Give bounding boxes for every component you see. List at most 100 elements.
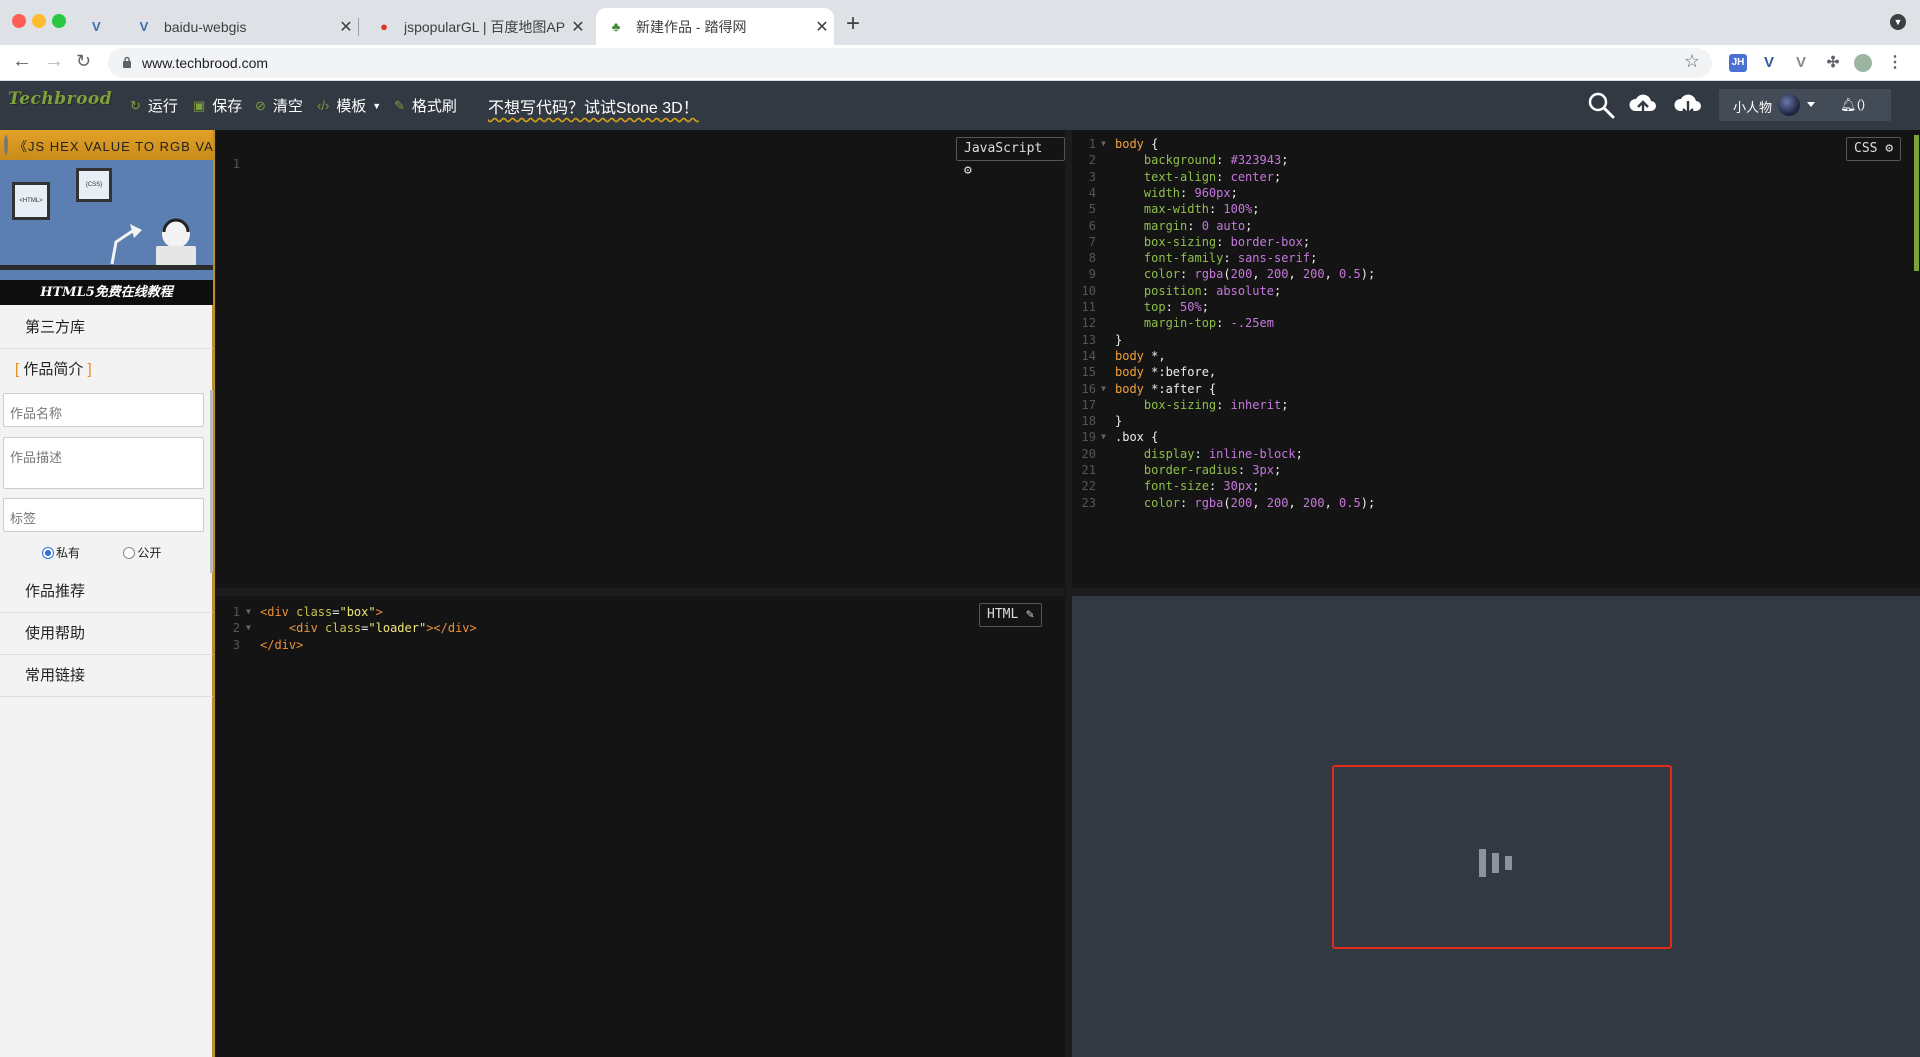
save-label: 保存 — [212, 98, 243, 115]
site-logo[interactable]: Techbrood — [8, 89, 112, 109]
brush-icon: ✎ — [394, 97, 405, 113]
maximize-window-button[interactable] — [52, 14, 66, 28]
close-tab-icon[interactable]: ✕ — [810, 17, 834, 37]
url-text: www.techbrood.com — [142, 55, 269, 71]
bell-icon[interactable]: 🔔︎ — [1840, 97, 1857, 113]
clear-label: 清空 — [272, 98, 303, 115]
tutorial-banner[interactable]: 《JS HEX VALUE TO RGB VA <HTML> {CSS} HTM… — [0, 130, 213, 305]
line-number: 23 — [1081, 495, 1096, 510]
js-settings-button[interactable]: JavaScript ⚙ — [956, 137, 1065, 178]
intro-label: 作品简介 — [23, 361, 84, 378]
sidebar-item-links[interactable]: 常用链接 — [0, 655, 213, 697]
browser-tab-strip: V V baidu-webgis ✕ ● jspopularGL | 百度地图A… — [0, 0, 1920, 45]
desk-lamp-icon — [110, 224, 142, 265]
search-icon[interactable] — [1587, 91, 1615, 119]
run-label: 运行 — [147, 98, 178, 115]
work-name-input[interactable]: 作品名称 — [3, 393, 204, 427]
bookmark-star-icon[interactable]: ☆ — [1684, 51, 1700, 72]
js-label: JavaScript — [964, 141, 1043, 156]
format-button[interactable]: ✎ 格式刷 — [394, 95, 457, 116]
extension-jh-icon[interactable]: JH — [1729, 54, 1747, 72]
minimize-window-button[interactable] — [32, 14, 46, 28]
visibility-radio-group: 私有 公开 — [42, 544, 161, 562]
tab-title: baidu-webgis — [164, 18, 247, 35]
code-line: 3 </div> — [216, 635, 1065, 655]
code-text: color: rgba(200, 200, 200, 0.5); — [1143, 495, 1376, 510]
lock-icon — [123, 56, 131, 68]
url-field[interactable]: www.techbrood.com ☆ — [108, 48, 1712, 78]
sidebar-scrollbar[interactable] — [210, 390, 213, 573]
loader-bar — [1505, 856, 1512, 870]
horizontal-splitter[interactable] — [216, 588, 1920, 596]
pinned-tab[interactable]: V — [80, 8, 101, 45]
sidebar-item-intro[interactable]: [ 作品简介 ] — [0, 349, 213, 391]
line-number: 3 — [232, 637, 240, 652]
loader-bar — [1492, 853, 1499, 873]
cloud-download-icon[interactable] — [1673, 91, 1703, 119]
clear-button[interactable]: ⊘ 清空 — [255, 95, 303, 116]
css-editor[interactable]: CSS ⚙ 1 ▼ body {2 background: #323943; 3 te… — [1072, 130, 1920, 588]
desk — [0, 265, 213, 270]
profile-avatar-icon[interactable] — [1854, 54, 1872, 72]
work-description-textarea[interactable]: 作品描述 — [3, 437, 204, 489]
new-tab-button[interactable]: + — [846, 10, 860, 38]
extensions-puzzle-icon[interactable]: ✣ — [1824, 54, 1842, 72]
clear-icon: ⊘ — [255, 97, 266, 113]
line-number: 1 — [232, 157, 240, 171]
vue-devtools-icon[interactable]: V — [1760, 54, 1778, 72]
forward-arrow-icon[interactable]: → — [44, 50, 64, 73]
save-icon: ▣ — [193, 97, 206, 113]
user-avatar[interactable] — [1778, 94, 1800, 116]
tab-new-work[interactable]: ♣ 新建作品 - 踏得网 ✕ — [596, 8, 834, 45]
tab-separator — [358, 18, 359, 36]
public-radio[interactable]: 公开 — [123, 544, 161, 561]
tab-jspopulargl[interactable]: ● jspopularGL | 百度地图API SDK ✕ — [364, 8, 590, 45]
sidebar-item-help[interactable]: 使用帮助 — [0, 613, 213, 655]
close-tab-icon[interactable]: ✕ — [566, 17, 590, 37]
template-dropdown[interactable]: ‹/› 模板 ▼ — [317, 95, 381, 116]
caret-down-icon: ▼ — [372, 100, 382, 111]
tab-title: jspopularGL | 百度地图API SDK — [404, 18, 566, 35]
preview-pane — [1072, 596, 1920, 1057]
sidebar-item-library[interactable]: 第三方库 — [0, 307, 213, 349]
back-arrow-icon[interactable]: ← — [12, 50, 32, 73]
sidebar: 《JS HEX VALUE TO RGB VA <HTML> {CSS} HTM… — [0, 130, 215, 1057]
template-label: 模板 — [336, 98, 367, 115]
refresh-icon: ↻ — [130, 97, 141, 113]
banner-caption: HTML5免费在线教程 — [0, 280, 213, 305]
gear-icon: ⚙ — [964, 163, 972, 178]
vue-logo-icon: V — [139, 19, 149, 34]
vue-devtools-disabled-icon[interactable]: V — [1792, 54, 1810, 72]
user-menu[interactable]: 小人物 🔔︎ () — [1719, 89, 1891, 121]
ticker-text: 《JS HEX VALUE TO RGB VA — [14, 138, 213, 154]
app-toolbar: Techbrood ↻ 运行 ▣ 保存 ⊘ 清空 ‹/› 模板 ▼ ✎ 格式刷 … — [0, 81, 1920, 130]
public-label: 公开 — [137, 546, 162, 560]
tab-title: 新建作品 - 踏得网 — [636, 18, 747, 35]
tags-input[interactable]: 标签 — [3, 498, 204, 532]
code-icon: ‹/› — [317, 98, 330, 113]
reload-icon[interactable]: ↻ — [76, 51, 91, 72]
stone3d-promo-link[interactable]: 不想写代码？试试Stone 3D！ — [488, 94, 699, 118]
tab-search-icon[interactable]: ▼ — [1890, 14, 1906, 30]
sidebar-item-recommend[interactable]: 作品推荐 — [0, 571, 213, 613]
html-frame: <HTML> — [12, 182, 50, 220]
browser-menu-icon[interactable]: ⋮ — [1886, 54, 1904, 72]
run-button[interactable]: ↻ 运行 — [130, 95, 178, 116]
radio-selected-icon — [42, 546, 54, 559]
private-radio[interactable]: 私有 — [42, 544, 80, 561]
html-editor[interactable]: HTML ✎ 1 ▼ <div class="box"> 2 ▼ <div class=… — [216, 596, 1065, 1057]
format-label: 格式刷 — [411, 98, 457, 115]
banner-ticker: 《JS HEX VALUE TO RGB VA — [0, 130, 213, 160]
js-editor[interactable]: 1 JavaScript ⚙ — [216, 130, 1065, 588]
caret-down-icon[interactable] — [1807, 102, 1815, 107]
close-tab-icon[interactable]: ✕ — [334, 17, 358, 37]
address-bar: ← → ↻ www.techbrood.com ☆ JH V V ✣ ⋮ — [0, 45, 1920, 81]
close-window-button[interactable] — [12, 14, 26, 28]
save-button[interactable]: ▣ 保存 — [193, 95, 242, 116]
person-at-laptop-icon — [156, 218, 196, 266]
code-line: 1 — [216, 134, 1065, 171]
cloud-upload-icon[interactable] — [1628, 91, 1658, 119]
tab-baidu-webgis[interactable]: V baidu-webgis ✕ — [124, 8, 358, 45]
notification-count[interactable]: () — [1857, 97, 1865, 111]
bracket-open: [ — [15, 361, 20, 378]
